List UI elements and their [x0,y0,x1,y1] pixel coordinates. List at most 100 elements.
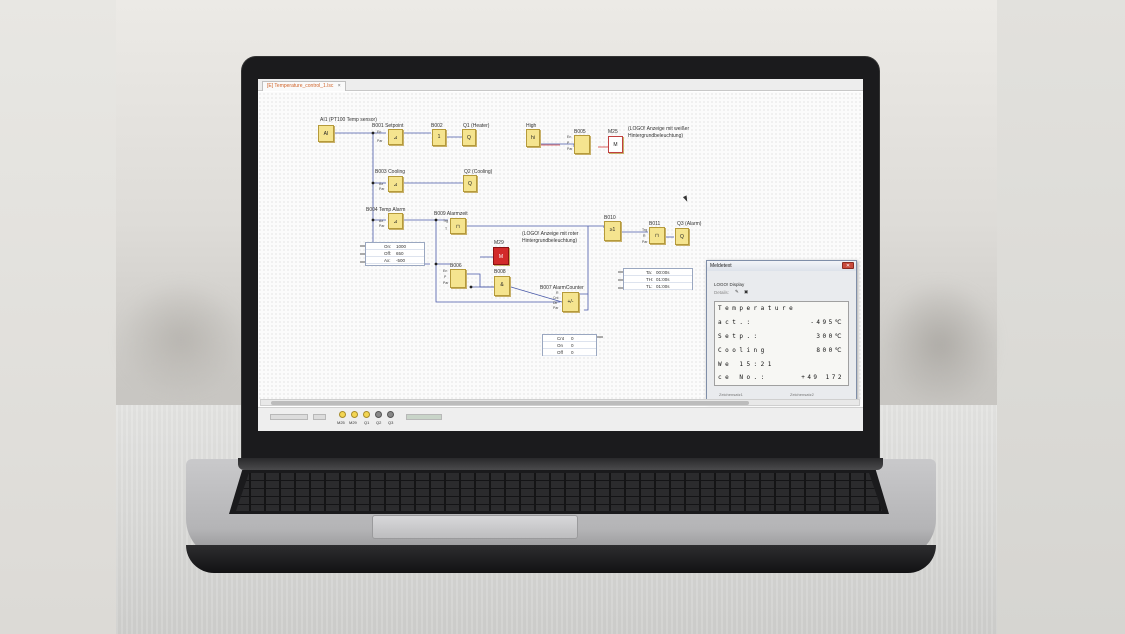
param-row: On: 1000 [366,243,424,250]
b004-pin-par: Par [379,224,385,228]
charset1-option[interactable]: Zeichensatz1 [719,392,743,397]
b005-pin-p: P [567,141,570,145]
b006-block[interactable] [450,269,466,288]
lcd-row-label: Cooling [718,347,768,354]
param-row: TL: 01:00s [624,283,692,290]
b007-pin-r: R [556,291,559,295]
b009-pin-trg: Trg [443,219,449,223]
lcd-row: Setp.: 300℃ [718,333,847,345]
horizontal-scrollbar[interactable] [260,399,860,406]
b003-block[interactable]: ⊿ [388,176,403,192]
param-row: Off 0 [543,349,596,356]
lcd-row: Temperature [718,305,847,317]
bulb-label-m25: M25 [337,420,345,425]
details-label: Details: [714,290,730,295]
m29-block[interactable]: M [493,247,509,265]
high-block[interactable]: hi [526,129,540,147]
lcd-display: Temperature act.: -495℃ Setp.: 300℃ Coolin… [714,301,849,386]
q3-label: Q3 (Alarm) [677,221,702,227]
param-key: Off: [384,251,392,256]
b004-pin-ax: Ax [379,219,384,223]
q2-label: Q2 (Cooling) [464,169,493,175]
tab-temperature-control[interactable]: [E] Temperature_control_1.lsc × [262,81,346,91]
message-window-titlebar[interactable]: Meldetext ✕ [707,261,856,271]
background-shelf [116,280,246,400]
lcd-row: ce No.: +49 172 [718,374,847,386]
param-key: On [557,343,564,348]
ai1-block[interactable]: AI [318,125,334,142]
lcd-row-label: act.: [718,319,754,326]
display-icon[interactable]: ▣ [744,289,748,295]
tab-close-icon[interactable]: × [338,83,341,89]
b004-params[interactable]: On: 1000 Off: 650 Ax: -500 [365,242,425,266]
b011-params[interactable]: Ta: 00:00s TH: 01:00s TL: 01:00s [623,268,693,290]
pencil-icon[interactable]: ✎ [735,289,739,295]
high-label: High [526,123,537,129]
sim-time-field[interactable] [270,414,308,420]
q1-block[interactable]: Q [462,129,476,146]
scrollbar-thumb[interactable] [271,401,749,405]
message-text-window[interactable]: Meldetext ✕ LOGO! Display Details: ✎ ▣ T… [706,260,857,403]
b007-params[interactable]: Cnt 0 On 0 Off 0 [542,334,597,356]
param-row: Off: 650 [366,250,424,257]
charset2-option[interactable]: Zeichensatz2 [790,392,814,397]
b001-pin-en: En [377,130,382,134]
b007-block[interactable]: +/- [562,292,579,312]
q3-block[interactable]: Q [675,228,689,245]
b011-pin-par: Par [642,240,648,244]
b005-block[interactable] [574,135,590,154]
b001-block[interactable]: ⊿ [388,129,403,145]
sim-speed-field[interactable] [313,414,326,420]
touchpad [372,515,578,539]
lcd-row-value: +49 172 [801,374,844,381]
junction-dot [434,218,438,222]
tab-bar: [E] Temperature_control_1.lsc × [258,79,863,91]
b008-block[interactable]: & [494,276,510,296]
lcd-subtitle: LOGO! Display [714,282,745,287]
tab-label: [E] Temperature_control_1.lsc [267,83,334,89]
m25-symbol: M [613,142,618,148]
b007-pin-dir: Dir [553,301,558,305]
b010-label: B010 [604,215,616,221]
bulb-icon-m25 [339,411,346,418]
q2-block[interactable]: Q [463,175,477,192]
b008-label: B008 [494,269,506,275]
lcd-row: Cooling 800℃ [718,347,847,359]
b007-label: B007 AlarmCounter [540,285,584,291]
param-row: On 0 [543,342,596,349]
b004-symbol: ⊿ [393,219,398,225]
param-row: Cnt 0 [543,335,596,342]
bulb-label-q2: Q2 [376,420,382,425]
fbd-canvas[interactable]: AI AI1 (PT100 Temp sensor) ⊿ B001 Setpoi… [258,92,863,403]
background-furniture [880,280,1000,410]
q3-symbol: Q [680,234,684,240]
param-value: 01:00s [656,277,670,282]
laptop-bottom-edge [186,545,936,573]
lcd-row: We 15:21 [718,361,847,373]
q2-symbol: Q [468,181,472,187]
b004-label: B004 Temp Alarm [366,207,406,213]
param-value: 0 [571,343,574,348]
close-icon[interactable]: ✕ [842,262,854,269]
m25-block[interactable]: M [608,136,623,153]
m29-label: M29 [494,240,504,246]
laptop-hinge [238,458,883,470]
b010-symbol: ≥1 [609,227,616,233]
sim-toolbar-icons[interactable] [406,414,442,420]
b011-block[interactable]: ⊓ [649,227,665,244]
b005-pin-en: En [567,135,572,139]
background-wall-right [997,0,1125,634]
param-value: -500 [396,258,406,263]
b003-symbol: ⊿ [393,182,398,188]
message-window-title: Meldetext [710,263,732,269]
param-value: 0 [571,336,574,341]
param-row: Ta: 00:00s [624,269,692,276]
b003-label: B003 Cooling [375,169,406,175]
b009-block[interactable]: ⊓ [450,218,466,234]
ai1-symbol: AI [323,131,329,137]
b004-block[interactable]: ⊿ [388,213,403,229]
b010-block[interactable]: ≥1 [604,221,621,241]
param-key: Cnt [557,336,565,341]
b002-block[interactable]: 1 [432,129,446,146]
keyboard-rows [236,473,882,511]
